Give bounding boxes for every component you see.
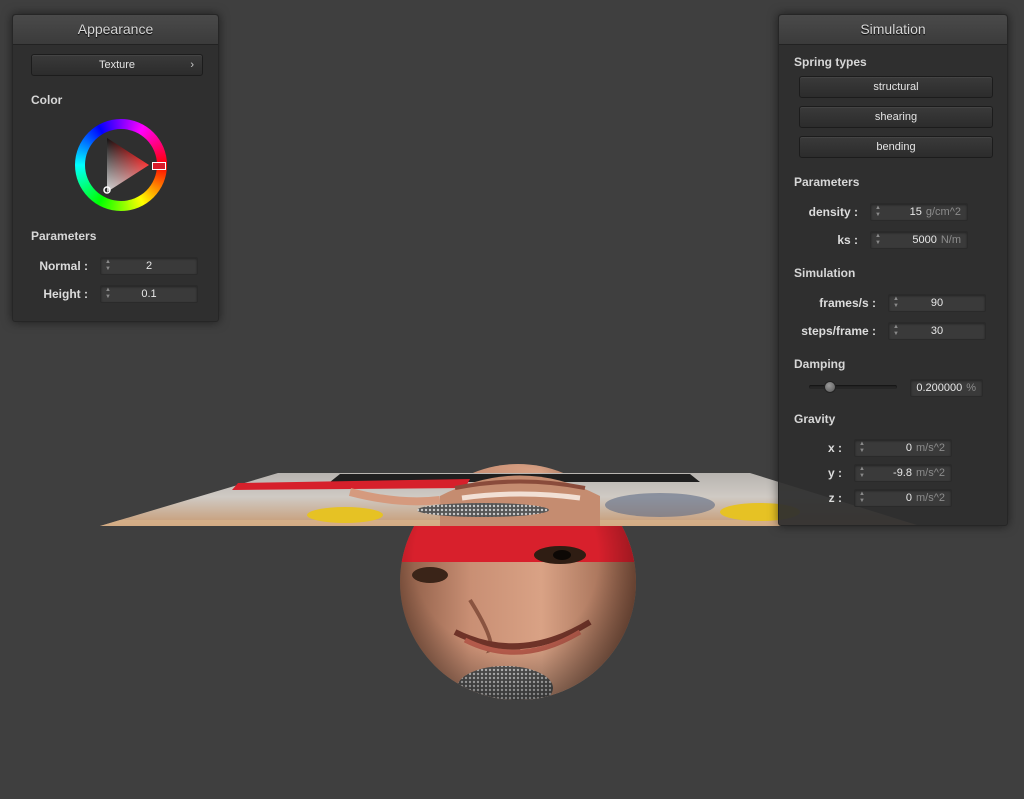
ks-value: 5000 [912,234,937,246]
gravity-y-unit: m/s^2 [916,467,945,479]
simulation-panel-title: Simulation [779,15,1007,45]
gravity-z-field[interactable]: ▲ ▼ 0 m/s^2 [854,489,952,507]
density-unit: g/cm^2 [925,206,961,218]
fps-field[interactable]: ▲ ▼ 90 [888,294,986,312]
damping-slider[interactable] [809,380,897,394]
normal-value: 2 [145,260,153,272]
color-label: Color [31,93,63,107]
appearance-panel-title: Appearance [13,15,218,45]
normal-label: Normal : [39,259,88,273]
gravity-x-unit: m/s^2 [916,442,945,454]
spring-bending-button[interactable]: bending [799,136,993,158]
hue-selector-handle[interactable] [152,162,166,170]
gravity-x-field[interactable]: ▲ ▼ 0 m/s^2 [854,439,952,457]
appearance-parameters-label: Parameters [31,229,97,243]
damping-label: Damping [794,357,846,371]
simulation-parameters-label: Parameters [794,175,860,189]
fps-label: frames/s : [819,296,876,310]
height-field[interactable]: ▲ ▼ 0.1 [100,285,198,303]
gravity-x-label: x : [827,441,842,455]
gravity-y-value: -9.8 [893,467,912,479]
chevron-right-icon: › [190,59,194,71]
density-value: 15 [909,206,922,218]
damping-unit: % [966,382,976,394]
spring-structural-label: structural [873,81,919,93]
plane-microphone [417,503,549,517]
plane-yellow-left [307,507,383,523]
normal-field[interactable]: ▲ ▼ 2 [100,257,198,275]
fps-value: 90 [930,297,944,309]
ks-label: ks : [837,233,858,247]
height-label: Height : [43,287,88,301]
density-field[interactable]: ▲ ▼ 15 g/cm^2 [870,203,968,221]
gravity-y-label: y : [827,466,842,480]
simulation-panel: Simulation Spring types structural shear… [778,14,1008,526]
spin-arrows-icon[interactable]: ▲ ▼ [874,205,882,219]
spring-shearing-button[interactable]: shearing [799,106,993,128]
damping-value: 0.200000 [916,382,963,394]
spin-arrows-icon[interactable]: ▲ ▼ [874,233,882,247]
ks-field[interactable]: ▲ ▼ 5000 N/m [870,231,968,249]
texture-button[interactable]: Texture › [31,54,203,76]
spring-types-label: Spring types [794,55,867,69]
spring-shearing-label: shearing [874,111,918,123]
spin-arrows-icon[interactable]: ▲ ▼ [858,491,866,505]
height-value: 0.1 [141,288,157,300]
spring-structural-button[interactable]: structural [799,76,993,98]
gravity-y-field[interactable]: ▲ ▼ -9.8 m/s^2 [854,464,952,482]
spin-arrows-icon[interactable]: ▲ ▼ [858,466,866,480]
spring-bending-label: bending [876,141,916,153]
gravity-z-unit: m/s^2 [916,492,945,504]
appearance-panel: Appearance Texture › Color Parameters No… [12,14,219,322]
damping-slider-knob[interactable] [824,381,836,393]
gravity-x-value: 0 [905,442,912,454]
ks-unit: N/m [940,234,961,246]
color-wheel[interactable] [75,119,167,211]
spin-arrows-icon[interactable]: ▲ ▼ [858,441,866,455]
damping-field[interactable]: 0.200000% [910,379,983,397]
steps-value: 30 [930,325,944,337]
steps-field[interactable]: ▲ ▼ 30 [888,322,986,340]
texture-button-label: Texture [98,59,136,71]
damping-slider-track[interactable] [809,385,897,389]
gravity-z-value: 0 [905,492,912,504]
simulation-section-label: Simulation [794,266,856,280]
steps-label: steps/frame : [801,324,876,338]
gravity-label: Gravity [794,412,836,426]
density-label: density : [808,205,858,219]
gravity-z-label: z : [828,491,842,505]
